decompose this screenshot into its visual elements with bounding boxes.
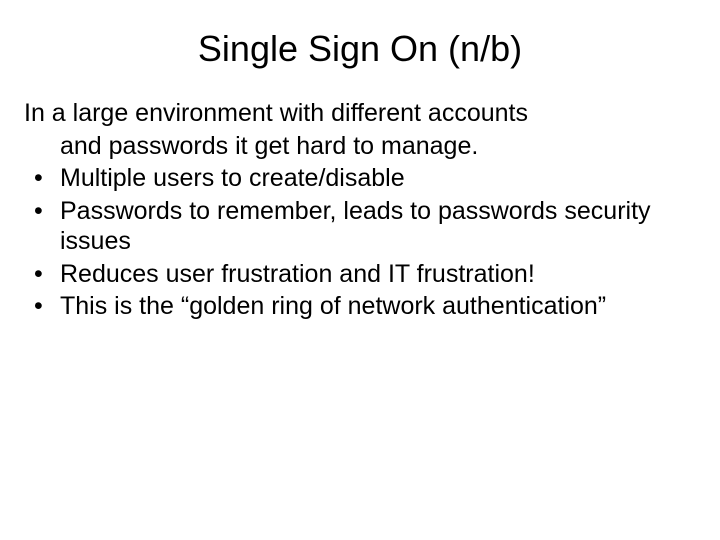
bullet-list: Multiple users to create/disable Passwor… <box>24 163 696 322</box>
list-item: Reduces user frustration and IT frustrat… <box>24 259 696 290</box>
slide-body: In a large environment with different ac… <box>24 98 696 322</box>
bullet-text: Multiple users to create/disable <box>60 164 405 192</box>
bullet-text: This is the “golden ring of network auth… <box>60 292 606 320</box>
list-item: Passwords to remember, leads to password… <box>24 196 696 257</box>
bullet-text: Reduces user frustration and IT frustrat… <box>60 260 535 288</box>
bullet-text: Passwords to remember, leads to password… <box>60 197 651 256</box>
list-item: Multiple users to create/disable <box>24 163 696 194</box>
intro-text-line2: and passwords it get hard to manage. <box>24 131 696 162</box>
intro-text-line1: In a large environment with different ac… <box>24 98 696 129</box>
list-item: This is the “golden ring of network auth… <box>24 291 696 322</box>
slide-title: Single Sign On (n/b) <box>24 28 696 70</box>
